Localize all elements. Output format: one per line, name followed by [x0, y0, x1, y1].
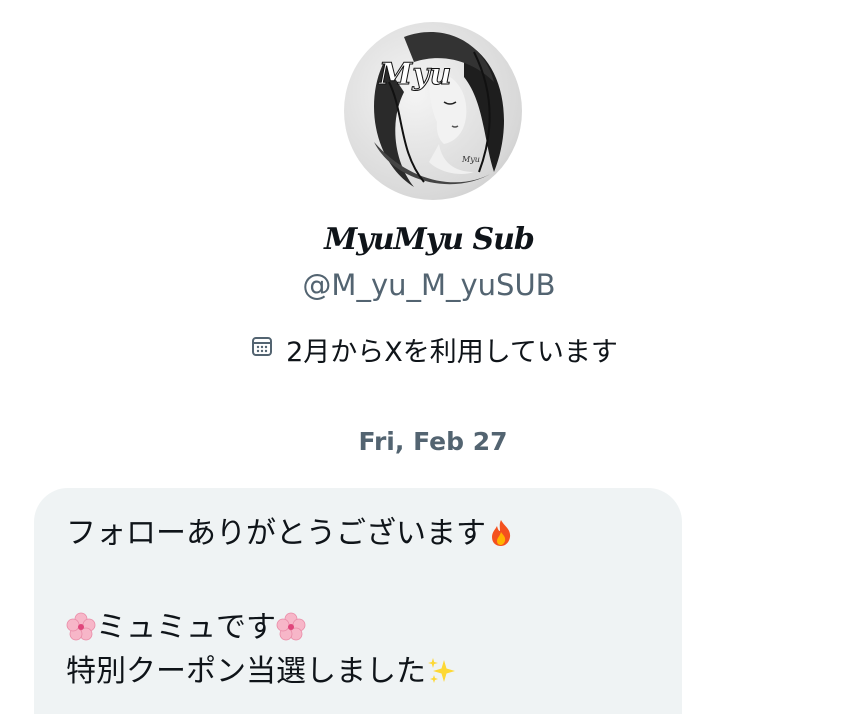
avatar-illustration: Myu Myu [374, 32, 504, 187]
message-line-1: フォローありがとうございます [66, 512, 650, 556]
date-separator: Fri, Feb 27 [358, 427, 508, 456]
avatar-signature: Myu [461, 155, 480, 164]
message-text-3: 特別クーポン当選しました [66, 654, 426, 689]
cherry-blossom-emoji [276, 612, 306, 642]
message-text-1: フォローありがとうございます [66, 516, 486, 551]
joined-info: 2月からXを利用しています [0, 330, 858, 369]
message-line-3: 特別クーポン当選しました [66, 650, 650, 694]
profile-display-name[interactable]: MyuMyu Sub [0, 222, 858, 257]
cherry-blossom-emoji [66, 612, 96, 642]
message-text-2: ミュミュです [96, 610, 276, 645]
profile-handle[interactable]: @M_yu_M_yuSUB [0, 268, 858, 302]
calendar-icon [240, 334, 274, 365]
message-bubble[interactable]: フォローありがとうございます ミュミュです 特別クーポン当選しました [34, 488, 682, 714]
avatar-monogram: Myu [378, 57, 451, 92]
fire-emoji [486, 518, 516, 548]
profile-avatar[interactable]: Myu Myu [344, 22, 522, 200]
dm-conversation-screen: Myu Myu MyuMyu Sub @M_yu_M_yuSUB 2月からXを利… [0, 0, 858, 714]
sparkles-emoji [426, 656, 456, 686]
message-line-2: ミュミュです [66, 606, 650, 650]
joined-text: 2月からXを利用しています [286, 337, 618, 368]
